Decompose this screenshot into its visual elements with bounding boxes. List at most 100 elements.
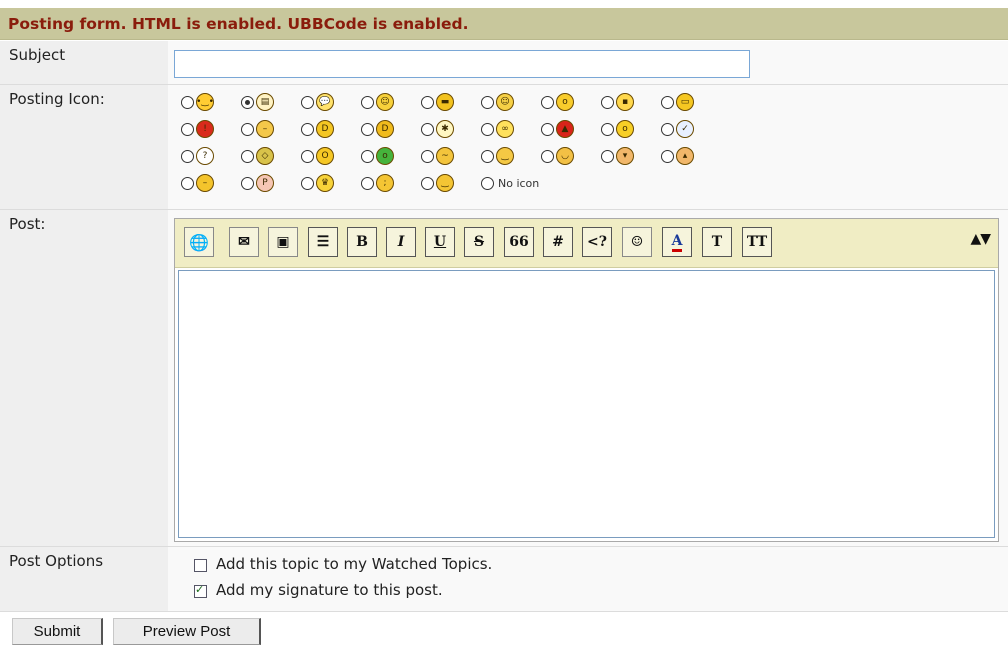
posting-icon-radio[interactable] [181,95,194,109]
posting-icon-option[interactable]: o [541,90,601,114]
posting-icon-radio[interactable] [241,176,254,190]
posting-icon-option[interactable]: O [301,144,361,168]
posting-icon-radio[interactable] [361,95,374,109]
posting-icon-radio[interactable] [541,122,554,136]
tongue-face-icon: P [256,174,274,192]
posting-icon-radio[interactable] [601,122,614,136]
posting-icon-option[interactable]: ◡ [541,144,601,168]
posting-icon-option[interactable]: ▪ [601,90,661,114]
posting-icon-radio[interactable] [661,95,674,109]
posting-icon-option[interactable]: ▾ [601,144,661,168]
posting-icon-radio[interactable] [481,122,494,136]
posting-icon-option[interactable]: •‿• [181,90,241,114]
bold-button[interactable]: B [347,227,377,257]
posting-icon-option[interactable]: ▤ [241,90,301,114]
font-button[interactable]: T [702,227,732,257]
posting-icon-radio[interactable] [241,122,254,136]
posting-icon-option[interactable]: P [241,171,301,195]
signature-checkbox[interactable] [194,583,207,598]
posting-icon-option[interactable]: ? [181,144,241,168]
posting-icon-radio[interactable] [421,95,434,109]
posting-icon-option[interactable]: ~ [421,144,481,168]
quote-button[interactable]: 66 [504,227,534,257]
posting-icon-radio[interactable] [361,149,374,163]
floppy-disk-icon: ▪ [616,93,634,111]
posting-icon-radio[interactable] [181,176,194,190]
posting-icon-option[interactable]: ☺ [481,90,541,114]
posting-icon-radio[interactable] [661,149,674,163]
posting-icon-option[interactable]: ☺ [361,90,421,114]
watch-topic-checkbox[interactable] [194,559,207,572]
post-textarea[interactable] [178,270,995,538]
posting-icon-radio[interactable] [541,95,554,109]
insert-email-button[interactable]: ✉ [229,227,259,257]
submit-button[interactable]: Submit [12,618,103,645]
resize-arrows-icon[interactable]: ▲▼ [970,231,991,247]
subject-input[interactable] [174,50,750,78]
posting-icon-radio[interactable] [481,149,494,163]
php-code-button[interactable]: <? [582,227,612,257]
posting-icon-option[interactable]: ▴ [661,144,721,168]
strikethrough-button[interactable]: S [464,227,494,257]
posting-icon-option[interactable]: – [241,117,301,141]
envelope-icon: ✉ [238,234,250,250]
posting-icon-option[interactable]: ▲ [541,117,601,141]
posting-icon-option[interactable]: ✱ [421,117,481,141]
posting-icon-option[interactable]: ▬ [421,90,481,114]
posting-icon-option[interactable]: ‿ [421,171,481,195]
posting-icon-option[interactable]: ‿ [481,144,541,168]
posting-icon-radio[interactable] [181,149,194,163]
italic-button[interactable]: I [386,227,416,257]
posting-icon-radio[interactable] [601,95,614,109]
text-color-button[interactable]: A [662,227,692,257]
posting-icon-radio[interactable] [541,149,554,163]
posting-icon-option[interactable]: ; [361,171,421,195]
posting-icon-radio[interactable] [301,95,314,109]
quote-icon: 66 [509,234,529,250]
php-code-icon: <? [587,234,607,250]
posting-icon-option[interactable]: ◇ [241,144,301,168]
posting-icon-option[interactable]: – [181,171,241,195]
posting-icon-option[interactable]: D [301,117,361,141]
posting-icon-option[interactable]: ✓ [661,117,721,141]
insert-image-button[interactable]: ▣ [268,227,298,257]
posting-icon-radio[interactable] [241,95,254,109]
posting-icon-radio[interactable] [301,149,314,163]
posting-icon-radio[interactable] [181,122,194,136]
posting-icon-row: Posting Icon: •‿• ▤ 💬 ☺ ▬ ☺ o ▪ ▭! – D D ✱ ∞ ▲ o ✓? ◇ Oo ~ ‿… [0,85,1008,210]
document-icon: ▤ [256,93,274,111]
posting-icon-radio[interactable] [241,149,254,163]
posting-icon-radio[interactable] [481,176,494,190]
posting-icon-radio[interactable] [421,122,434,136]
posting-icon-radio[interactable] [301,122,314,136]
underline-button[interactable]: U [425,227,455,257]
posting-icon-option[interactable]: ! [181,117,241,141]
post-cell: ▲▼ 🌐 ✉ ▣ ☰ B I U S 66 # <? ☺ A T TT [168,210,1008,546]
winking-face-icon: ; [376,174,394,192]
insert-list-button[interactable]: ☰ [308,227,338,257]
posting-icon-radio[interactable] [361,122,374,136]
smilies-button[interactable]: ☺ [622,227,652,257]
posting-icon-option[interactable]: No icon [481,171,541,195]
posting-icon-option[interactable]: ▭ [661,90,721,114]
posting-icon-option[interactable]: o [601,117,661,141]
posting-icon-option[interactable]: ∞ [481,117,541,141]
posting-icon-radio[interactable] [421,149,434,163]
italic-icon: I [397,234,405,250]
posting-icon-option[interactable]: ♛ [301,171,361,195]
posting-icon-radio[interactable] [661,122,674,136]
posting-icon-option[interactable]: D [361,117,421,141]
code-button[interactable]: # [543,227,573,257]
posting-icon-option[interactable]: 💬 [301,90,361,114]
posting-icon-option[interactable]: o [361,144,421,168]
font-size-button[interactable]: TT [742,227,772,257]
posting-icon-radio[interactable] [361,176,374,190]
posting-icon-radio[interactable] [421,176,434,190]
insert-link-button[interactable]: 🌐 [184,227,214,257]
preview-post-button[interactable]: Preview Post [113,618,261,645]
posting-icon-radio[interactable] [601,149,614,163]
thumbs-up-icon: ▴ [676,147,694,165]
posting-icon-radio[interactable] [301,176,314,190]
editor-toolbar: ▲▼ 🌐 ✉ ▣ ☰ B I U S 66 # <? ☺ A T TT [175,219,998,268]
posting-icon-radio[interactable] [481,95,494,109]
